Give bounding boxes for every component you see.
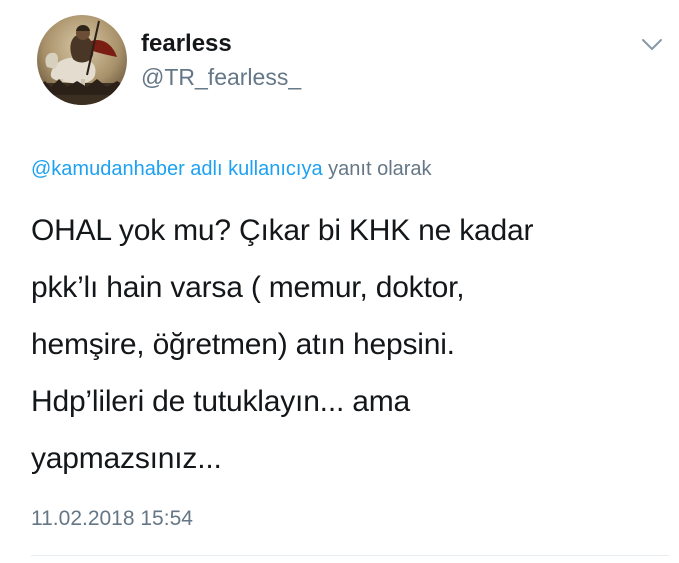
reply-mention-link[interactable]: @kamudanhaber adlı kullanıcıya <box>31 158 323 180</box>
tweet-text-line: yapmazsınız... <box>31 442 222 475</box>
warrior-on-horse-avatar-icon <box>37 15 127 105</box>
avatar[interactable] <box>37 15 127 105</box>
tweet-card: fearless @TR_fearless_ @kamudanhaber adl… <box>0 0 679 563</box>
tweet-text: OHAL yok mu? Çıkar bi KHK ne kadar pkk’l… <box>31 202 661 487</box>
chevron-down-icon[interactable] <box>641 36 663 52</box>
reply-context: @kamudanhaber adlı kullanıcıya yanıt ola… <box>31 156 432 182</box>
tweet-text-line: pkk’lı hain varsa ( memur, doktor, <box>31 271 465 304</box>
tweet-text-line: Hdp’lileri de tutuklayın... ama <box>31 385 410 418</box>
divider <box>31 555 669 556</box>
reply-context-suffix: yanıt olarak <box>322 158 432 180</box>
author-handle[interactable]: @TR_fearless_ <box>141 63 301 91</box>
tweet-text-line: hemşire, öğretmen) atın hepsini. <box>31 328 455 361</box>
author-display-name[interactable]: fearless <box>141 30 232 58</box>
tweet-text-line: OHAL yok mu? Çıkar bi KHK ne kadar <box>31 214 534 247</box>
tweet-timestamp[interactable]: 11.02.2018 15:54 <box>31 506 193 532</box>
